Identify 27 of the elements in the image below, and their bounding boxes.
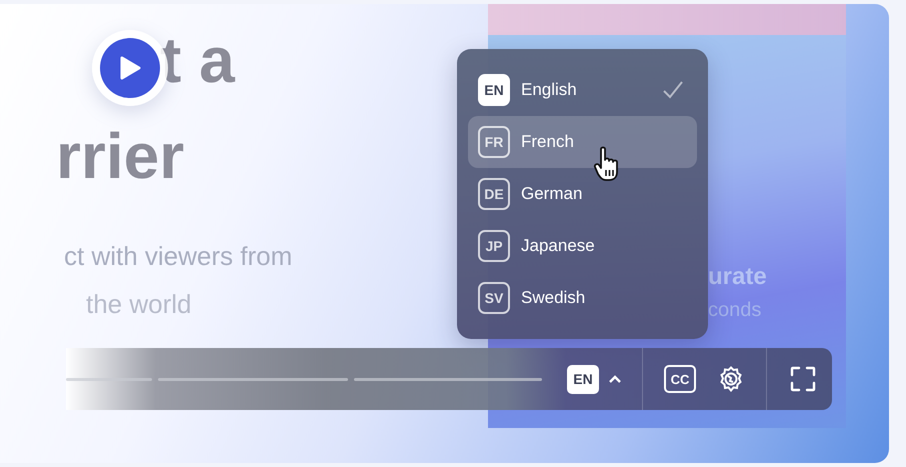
language-code-badge: DE — [478, 178, 510, 210]
language-option[interactable]: DE German — [468, 168, 697, 220]
panel-title: urate — [708, 263, 768, 291]
slide-subtitle: the world — [86, 288, 192, 321]
language-option[interactable]: JP Japanese — [468, 220, 697, 272]
slide-headline: t a — [160, 23, 236, 98]
language-label: French — [521, 132, 575, 152]
progress-track[interactable] — [66, 378, 542, 380]
slide-headline: rrier — [56, 119, 186, 194]
language-code-badge: SV — [478, 282, 510, 314]
play-icon — [119, 56, 141, 80]
language-code-badge: JP — [478, 230, 510, 262]
gear-globe-icon[interactable] — [718, 366, 744, 392]
language-code-badge: FR — [478, 126, 510, 158]
language-label: Swedish — [521, 288, 586, 308]
fullscreen-icon[interactable] — [790, 366, 816, 392]
language-label: Japanese — [521, 236, 596, 256]
language-option[interactable]: FR French — [468, 116, 697, 168]
language-label: English — [521, 80, 578, 100]
captions-button[interactable]: CC — [664, 365, 696, 393]
language-code-badge: EN — [478, 74, 510, 106]
language-option[interactable]: SV Swedish — [468, 272, 697, 324]
language-option[interactable]: EN English — [468, 64, 697, 116]
slide-subtitle: ct with viewers from — [64, 240, 294, 273]
caret-icon — [609, 375, 621, 383]
language-button[interactable]: EN — [567, 359, 621, 399]
language-label: German — [521, 184, 584, 204]
